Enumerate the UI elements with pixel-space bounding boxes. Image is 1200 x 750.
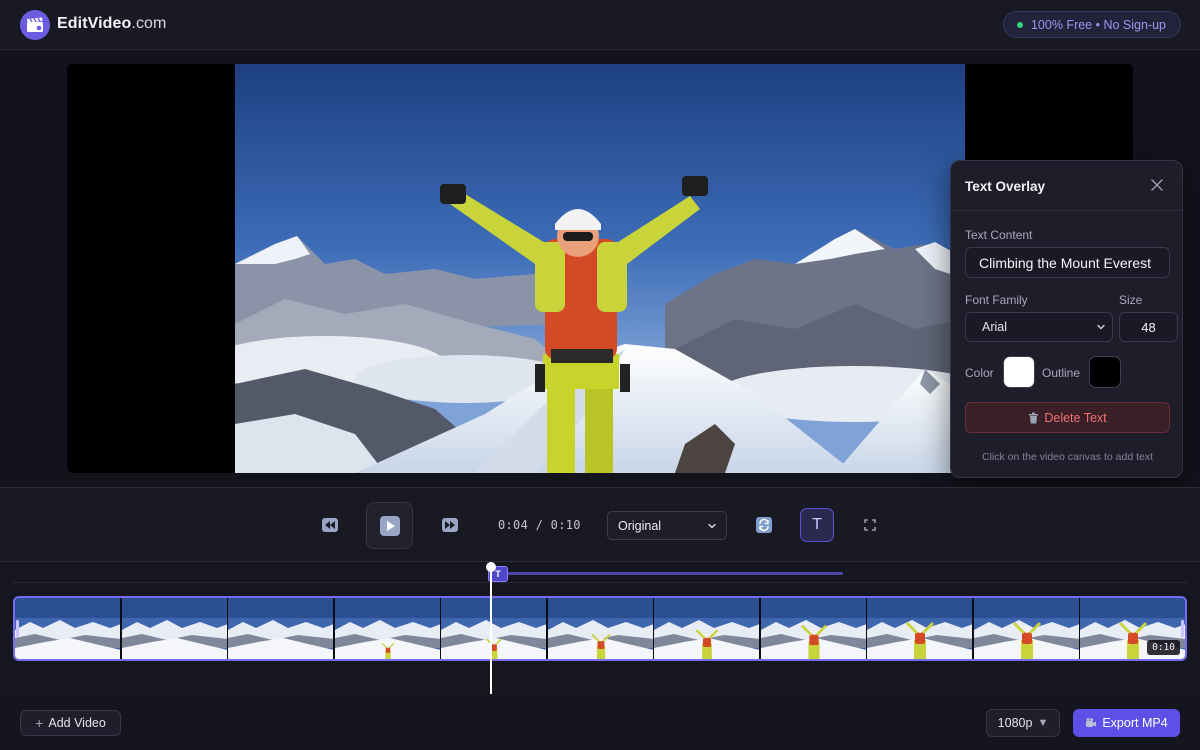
panel-header: Text Overlay: [951, 161, 1182, 211]
chevron-down-icon: [708, 523, 716, 529]
clip-trim-end-handle[interactable]: [1181, 620, 1184, 637]
rewind-button[interactable]: [321, 517, 339, 533]
rewind-icon: [322, 518, 338, 532]
aspect-ratio-select[interactable]: Original: [607, 511, 727, 540]
time-display: 0:04 / 0:10: [498, 518, 581, 532]
panel-title: Text Overlay: [965, 179, 1046, 194]
font-size-input[interactable]: 48: [1119, 312, 1178, 342]
outline-color-swatch[interactable]: [1089, 356, 1121, 388]
delete-text-label: Delete Text: [1044, 410, 1107, 425]
clip-thumbnail: [760, 598, 867, 659]
plus-icon: +: [35, 715, 44, 731]
color-label: Color: [965, 366, 994, 380]
refresh-button[interactable]: [755, 516, 772, 533]
status-dot-icon: [1016, 21, 1023, 28]
free-badge: 100% Free • No Sign-up: [1002, 11, 1181, 38]
play-icon: [379, 515, 400, 536]
add-video-button[interactable]: + Add Video: [20, 710, 121, 736]
clip-thumbnail: [441, 598, 547, 659]
preview-stage: Text Overlay Text Content Climbing the M…: [0, 50, 1200, 487]
badge-text: 100% Free • No Sign-up: [1030, 17, 1166, 32]
panel-hint: Click on the video canvas to add text: [981, 451, 1153, 463]
timeline-ruler: [13, 582, 1187, 583]
brand-name[interactable]: EditVideo.com: [57, 15, 166, 33]
timeline: T 0:10: [0, 562, 1200, 696]
clip-thumbnail: [228, 598, 334, 659]
playback-controls: 0:04 / 0:10 Original T: [0, 487, 1200, 562]
outline-label: Outline: [1042, 366, 1081, 380]
clip-thumbnail: [867, 598, 973, 659]
text-overlay-panel: Text Overlay Text Content Climbing the M…: [950, 160, 1183, 478]
video-clip[interactable]: 0:10: [13, 596, 1187, 661]
text-content-input[interactable]: Climbing the Mount Everest: [965, 247, 1170, 278]
triangle-down-icon: ▼: [1037, 717, 1049, 729]
text-color-swatch[interactable]: [1003, 356, 1035, 388]
font-family-value: Arial: [982, 320, 1008, 334]
clip-thumbnail: [15, 598, 121, 659]
refresh-icon: [755, 516, 772, 533]
text-icon: T: [812, 516, 822, 533]
add-video-label: Add Video: [48, 716, 106, 730]
chevron-down-icon: [1097, 324, 1105, 330]
app-header: EditVideo.com 100% Free • No Sign-up: [0, 0, 1200, 50]
playhead[interactable]: [490, 566, 492, 694]
playhead-handle[interactable]: [486, 562, 496, 572]
camera-icon: [1086, 718, 1097, 727]
clip-thumbnail: [121, 598, 228, 659]
font-family-select[interactable]: Arial: [965, 312, 1113, 342]
text-tool-button[interactable]: T: [800, 508, 834, 542]
fullscreen-icon: [864, 519, 876, 531]
size-label: Size: [1119, 293, 1143, 307]
clapperboard-logo-icon: [20, 10, 50, 40]
resolution-value: 1080p: [997, 716, 1033, 730]
export-label: Export MP4: [1102, 716, 1168, 730]
close-icon[interactable]: [1150, 178, 1164, 192]
aspect-ratio-value: Original: [618, 518, 662, 533]
text-overlay-track[interactable]: [497, 572, 843, 575]
clip-thumbnail: [334, 598, 441, 659]
resolution-select[interactable]: 1080p ▼: [986, 709, 1060, 737]
clip-thumbnail: [547, 598, 654, 659]
brand-title: EditVideo: [57, 15, 132, 32]
clip-duration-label: 0:10: [1147, 640, 1180, 655]
clip-trim-start-handle[interactable]: [16, 620, 19, 637]
trash-icon: [1029, 412, 1039, 423]
font-family-label: Font Family: [965, 293, 1028, 307]
forward-button[interactable]: [441, 517, 459, 533]
clip-thumbnail: [973, 598, 1080, 659]
text-content-label: Text Content: [965, 228, 1033, 242]
video-canvas[interactable]: [235, 64, 965, 473]
brand-domain: .com: [131, 15, 167, 32]
forward-icon: [442, 518, 458, 532]
play-button[interactable]: [366, 502, 413, 549]
fullscreen-button[interactable]: [863, 518, 877, 532]
app-footer: + Add Video 1080p ▼ Export MP4: [0, 696, 1200, 750]
export-mp4-button[interactable]: Export MP4: [1073, 709, 1180, 737]
clip-thumbnail: [654, 598, 760, 659]
delete-text-button[interactable]: Delete Text: [965, 402, 1170, 433]
